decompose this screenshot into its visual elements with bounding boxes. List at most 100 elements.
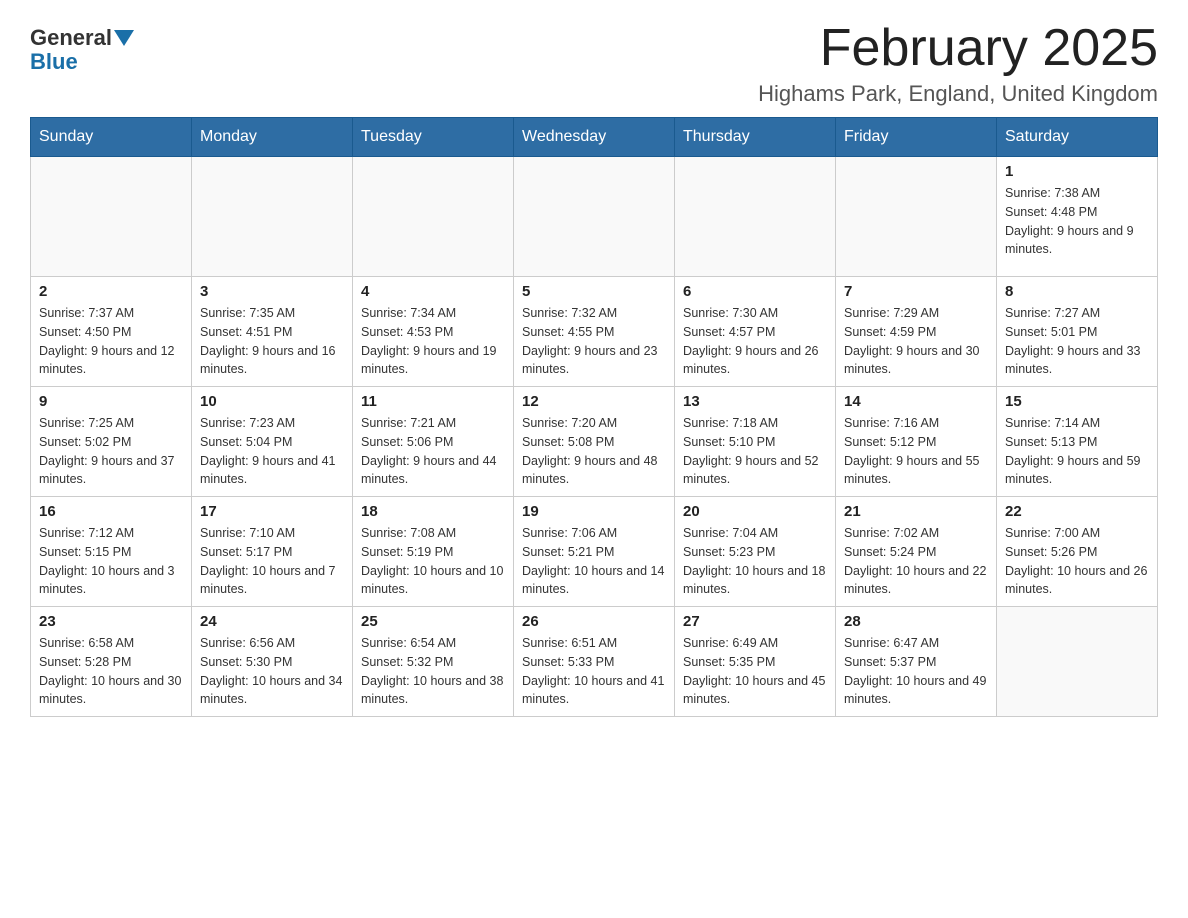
calendar-cell: 2 Sunrise: 7:37 AM Sunset: 4:50 PM Daylig…	[31, 277, 192, 387]
day-info: Sunrise: 7:06 AM Sunset: 5:21 PM Dayligh…	[522, 524, 666, 599]
week-row-5: 23 Sunrise: 6:58 AM Sunset: 5:28 PM Dayli…	[31, 607, 1158, 717]
column-header-tuesday: Tuesday	[353, 118, 514, 157]
calendar-cell	[514, 157, 675, 277]
title-area: February 2025 Highams Park, England, Uni…	[758, 20, 1158, 107]
day-info: Sunrise: 7:20 AM Sunset: 5:08 PM Dayligh…	[522, 414, 666, 489]
calendar-cell: 3Sunrise: 7:35 AM Sunset: 4:51 PM Daylig…	[192, 277, 353, 387]
day-number: 21	[844, 503, 988, 520]
calendar-cell	[353, 157, 514, 277]
day-number: 14	[844, 393, 988, 410]
day-info: Sunrise: 7:12 AM Sunset: 5:15 PM Dayligh…	[39, 524, 183, 599]
calendar-cell: 15 Sunrise: 7:14 AM Sunset: 5:13 PM Dayli…	[997, 387, 1158, 497]
column-header-thursday: Thursday	[675, 118, 836, 157]
logo-arrow-icon	[114, 30, 134, 46]
logo: General Blue	[30, 20, 136, 75]
day-number: 26	[522, 613, 666, 630]
calendar-cell: 10 Sunrise: 7:23 AM Sunset: 5:04 PM Dayli…	[192, 387, 353, 497]
day-number: 18	[361, 503, 505, 520]
column-header-saturday: Saturday	[997, 118, 1158, 157]
column-header-friday: Friday	[836, 118, 997, 157]
calendar-cell: 8 Sunrise: 7:27 AM Sunset: 5:01 PM Daylig…	[997, 277, 1158, 387]
day-info: Sunrise: 7:00 AM Sunset: 5:26 PM Dayligh…	[1005, 524, 1149, 599]
calendar-cell: 5 Sunrise: 7:32 AM Sunset: 4:55 PM Daylig…	[514, 277, 675, 387]
day-number: 15	[1005, 393, 1149, 410]
day-number: 19	[522, 503, 666, 520]
day-number: 23	[39, 613, 183, 630]
calendar-cell: 7 Sunrise: 7:29 AM Sunset: 4:59 PM Daylig…	[836, 277, 997, 387]
calendar-cell: 23 Sunrise: 6:58 AM Sunset: 5:28 PM Dayli…	[31, 607, 192, 717]
calendar-cell: 14 Sunrise: 7:16 AM Sunset: 5:12 PM Dayli…	[836, 387, 997, 497]
calendar-cell: 1 Sunrise: 7:38 AM Sunset: 4:48 PM Daylig…	[997, 157, 1158, 277]
calendar-cell: 25 Sunrise: 6:54 AM Sunset: 5:32 PM Dayli…	[353, 607, 514, 717]
day-info: Sunrise: 7:25 AM Sunset: 5:02 PM Dayligh…	[39, 414, 183, 489]
calendar-cell: 17 Sunrise: 7:10 AM Sunset: 5:17 PM Dayli…	[192, 497, 353, 607]
day-number: 20	[683, 503, 827, 520]
logo-general-text: General	[30, 25, 112, 51]
day-number: 10	[200, 393, 344, 410]
calendar-cell: 11Sunrise: 7:21 AM Sunset: 5:06 PM Dayli…	[353, 387, 514, 497]
week-row-3: 9 Sunrise: 7:25 AM Sunset: 5:02 PM Daylig…	[31, 387, 1158, 497]
calendar-header-row: SundayMondayTuesdayWednesdayThursdayFrid…	[31, 118, 1158, 157]
day-number: 8	[1005, 283, 1149, 300]
day-number: 24	[200, 613, 344, 630]
day-info: Sunrise: 7:30 AM Sunset: 4:57 PM Dayligh…	[683, 304, 827, 379]
day-info: Sunrise: 7:35 AM Sunset: 4:51 PM Dayligh…	[200, 304, 344, 379]
day-info: Sunrise: 6:54 AM Sunset: 5:32 PM Dayligh…	[361, 634, 505, 709]
day-info: Sunrise: 7:08 AM Sunset: 5:19 PM Dayligh…	[361, 524, 505, 599]
day-info: Sunrise: 7:32 AM Sunset: 4:55 PM Dayligh…	[522, 304, 666, 379]
day-info: Sunrise: 7:27 AM Sunset: 5:01 PM Dayligh…	[1005, 304, 1149, 379]
day-info: Sunrise: 7:23 AM Sunset: 5:04 PM Dayligh…	[200, 414, 344, 489]
day-number: 12	[522, 393, 666, 410]
day-info: Sunrise: 7:04 AM Sunset: 5:23 PM Dayligh…	[683, 524, 827, 599]
calendar-cell: 4Sunrise: 7:34 AM Sunset: 4:53 PM Daylig…	[353, 277, 514, 387]
day-number: 1	[1005, 163, 1149, 180]
day-number: 28	[844, 613, 988, 630]
page-header: General Blue February 2025 Highams Park,…	[30, 20, 1158, 107]
location-text: Highams Park, England, United Kingdom	[758, 81, 1158, 107]
logo-blue-text: Blue	[30, 49, 78, 75]
day-number: 27	[683, 613, 827, 630]
day-number: 25	[361, 613, 505, 630]
day-info: Sunrise: 7:29 AM Sunset: 4:59 PM Dayligh…	[844, 304, 988, 379]
day-number: 17	[200, 503, 344, 520]
day-info: Sunrise: 6:49 AM Sunset: 5:35 PM Dayligh…	[683, 634, 827, 709]
day-info: Sunrise: 6:47 AM Sunset: 5:37 PM Dayligh…	[844, 634, 988, 709]
calendar-cell: 24 Sunrise: 6:56 AM Sunset: 5:30 PM Dayli…	[192, 607, 353, 717]
day-info: Sunrise: 7:37 AM Sunset: 4:50 PM Dayligh…	[39, 304, 183, 379]
week-row-1: 1 Sunrise: 7:38 AM Sunset: 4:48 PM Daylig…	[31, 157, 1158, 277]
day-info: Sunrise: 7:38 AM Sunset: 4:48 PM Dayligh…	[1005, 184, 1149, 259]
day-info: Sunrise: 7:21 AM Sunset: 5:06 PM Dayligh…	[361, 414, 505, 489]
calendar-cell: 9 Sunrise: 7:25 AM Sunset: 5:02 PM Daylig…	[31, 387, 192, 497]
day-number: 6	[683, 283, 827, 300]
day-number: 2	[39, 283, 183, 300]
column-header-wednesday: Wednesday	[514, 118, 675, 157]
week-row-4: 16Sunrise: 7:12 AM Sunset: 5:15 PM Dayli…	[31, 497, 1158, 607]
calendar-cell: 28 Sunrise: 6:47 AM Sunset: 5:37 PM Dayli…	[836, 607, 997, 717]
calendar-cell: 6 Sunrise: 7:30 AM Sunset: 4:57 PM Daylig…	[675, 277, 836, 387]
calendar-cell: 22 Sunrise: 7:00 AM Sunset: 5:26 PM Dayli…	[997, 497, 1158, 607]
day-info: Sunrise: 7:34 AM Sunset: 4:53 PM Dayligh…	[361, 304, 505, 379]
day-info: Sunrise: 7:10 AM Sunset: 5:17 PM Dayligh…	[200, 524, 344, 599]
day-info: Sunrise: 6:51 AM Sunset: 5:33 PM Dayligh…	[522, 634, 666, 709]
calendar-cell: 18 Sunrise: 7:08 AM Sunset: 5:19 PM Dayli…	[353, 497, 514, 607]
calendar-cell: 19 Sunrise: 7:06 AM Sunset: 5:21 PM Dayli…	[514, 497, 675, 607]
day-info: Sunrise: 6:58 AM Sunset: 5:28 PM Dayligh…	[39, 634, 183, 709]
day-info: Sunrise: 6:56 AM Sunset: 5:30 PM Dayligh…	[200, 634, 344, 709]
calendar-cell: 21 Sunrise: 7:02 AM Sunset: 5:24 PM Dayli…	[836, 497, 997, 607]
day-info: Sunrise: 7:02 AM Sunset: 5:24 PM Dayligh…	[844, 524, 988, 599]
calendar-cell: 20 Sunrise: 7:04 AM Sunset: 5:23 PM Dayli…	[675, 497, 836, 607]
calendar-cell	[836, 157, 997, 277]
day-number: 5	[522, 283, 666, 300]
day-number: 7	[844, 283, 988, 300]
calendar-cell: 27 Sunrise: 6:49 AM Sunset: 5:35 PM Dayli…	[675, 607, 836, 717]
month-title: February 2025	[758, 20, 1158, 77]
day-info: Sunrise: 7:16 AM Sunset: 5:12 PM Dayligh…	[844, 414, 988, 489]
day-number: 9	[39, 393, 183, 410]
week-row-2: 2 Sunrise: 7:37 AM Sunset: 4:50 PM Daylig…	[31, 277, 1158, 387]
day-number: 22	[1005, 503, 1149, 520]
calendar-table: SundayMondayTuesdayWednesdayThursdayFrid…	[30, 117, 1158, 717]
day-info: Sunrise: 7:14 AM Sunset: 5:13 PM Dayligh…	[1005, 414, 1149, 489]
calendar-cell: 13Sunrise: 7:18 AM Sunset: 5:10 PM Dayli…	[675, 387, 836, 497]
calendar-cell	[675, 157, 836, 277]
calendar-cell	[997, 607, 1158, 717]
